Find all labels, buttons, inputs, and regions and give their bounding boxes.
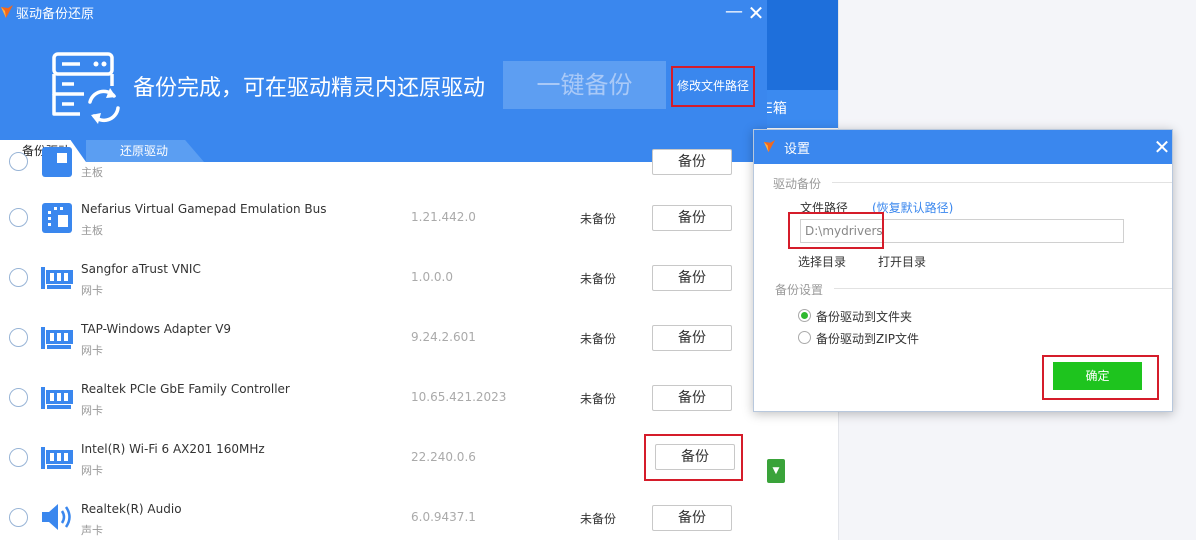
device-category: 网卡 xyxy=(81,344,103,357)
row-select-radio[interactable] xyxy=(9,508,28,527)
backup-button[interactable]: 备份 xyxy=(652,385,732,411)
select-directory-button[interactable]: 选择目录 xyxy=(798,253,846,270)
driver-version: 22.240.0.6 xyxy=(411,450,476,464)
motherboard-icon xyxy=(42,147,72,177)
window-title: 驱动备份还原 xyxy=(16,7,95,22)
backup-status: 未备份 xyxy=(580,212,617,226)
option-label: 备份驱动到文件夹 xyxy=(816,310,913,324)
backup-button[interactable]: 备份 xyxy=(652,505,732,531)
row-select-radio[interactable] xyxy=(9,208,28,227)
divider xyxy=(834,288,1172,289)
backup-button[interactable]: 备份 xyxy=(652,205,732,231)
radio-button-selected[interactable] xyxy=(798,309,811,322)
close-icon: ✕ xyxy=(747,1,765,25)
network-card-icon xyxy=(41,447,73,469)
device-name: Realtek PCIe GbE Family Controller xyxy=(81,382,290,396)
table-row: Intel(R) Wi-Fi 6 AX201 160MHz 网卡 22.240.… xyxy=(0,428,767,488)
speaker-icon xyxy=(42,504,71,530)
settings-dialog: 设置 ✕ 驱动备份 文件路径 (恢复默认路径) 选择目录 打开目录 备份设置 备… xyxy=(753,129,1173,412)
device-category: 主板 xyxy=(81,166,103,179)
restore-default-path-link[interactable]: (恢复默认路径) xyxy=(872,199,953,216)
device-category: 声卡 xyxy=(81,524,103,537)
backup-status: 未备份 xyxy=(580,332,617,346)
ok-button[interactable]: 确定 xyxy=(1053,362,1142,390)
server-backup-icon xyxy=(52,52,120,124)
backup-button[interactable]: 备份 xyxy=(652,325,732,351)
backup-status: 未备份 xyxy=(580,272,617,286)
background-app-header xyxy=(760,0,838,90)
table-row: 主板 备份 xyxy=(0,132,767,192)
table-row: TAP-Windows Adapter V9 网卡 9.24.2.601 未备份… xyxy=(0,308,767,368)
device-category: 主板 xyxy=(81,224,103,237)
row-select-radio[interactable] xyxy=(9,152,28,171)
row-select-radio[interactable] xyxy=(9,328,28,347)
divider xyxy=(832,182,1172,183)
backup-button[interactable]: 备份 xyxy=(652,149,732,175)
section-backup-settings: 备份设置 xyxy=(775,283,824,297)
background-app-tab[interactable]: E箱 xyxy=(760,90,838,128)
open-directory-button[interactable]: 打开目录 xyxy=(878,253,926,270)
highlight-box xyxy=(788,212,884,249)
change-file-path-link[interactable]: 修改文件路径 xyxy=(671,66,755,107)
row-select-radio[interactable] xyxy=(9,388,28,407)
table-row: Nefarius Virtual Gamepad Emulation Bus 主… xyxy=(0,188,767,248)
option-label: 备份驱动到ZIP文件 xyxy=(816,332,919,346)
background-dropdown-button[interactable]: ▼ xyxy=(767,459,785,483)
title-bar: 驱动备份还原 — ✕ xyxy=(0,0,767,26)
close-icon: ✕ xyxy=(1153,135,1171,159)
minimize-icon: — xyxy=(725,1,743,22)
backup-status: 未备份 xyxy=(580,392,617,406)
driver-list: 主板 备份 Nefarius Virtual Gamepad Emulation… xyxy=(0,147,767,540)
backup-complete-message: 备份完成，可在驱动精灵内还原驱动 xyxy=(133,76,486,101)
device-name: Nefarius Virtual Gamepad Emulation Bus xyxy=(81,202,327,216)
device-name: Sangfor aTrust VNIC xyxy=(81,262,201,276)
driver-version: 1.0.0.0 xyxy=(411,270,453,284)
dialog-title: 设置 xyxy=(784,142,811,157)
device-category: 网卡 xyxy=(81,464,103,477)
network-card-icon xyxy=(41,327,73,349)
minimize-button[interactable]: — xyxy=(724,2,744,24)
backup-button[interactable]: 备份 xyxy=(652,265,732,291)
network-card-icon xyxy=(41,387,73,409)
device-name: Intel(R) Wi-Fi 6 AX201 160MHz xyxy=(81,442,265,456)
driver-version: 6.0.9437.1 xyxy=(411,510,476,524)
motherboard-icon xyxy=(42,203,72,233)
device-name: Realtek(R) Audio xyxy=(81,502,182,516)
driver-backup-window: 驱动备份还原 — ✕ 备份完成，可在驱动精灵内还原驱动 一键备份 修改文件路径 … xyxy=(0,0,767,540)
row-select-radio[interactable] xyxy=(9,268,28,287)
dialog-title-bar: 设置 ✕ xyxy=(754,130,1172,164)
table-row: Realtek(R) Audio 声卡 6.0.9437.1 未备份 备份 xyxy=(0,488,767,540)
table-row: Realtek PCIe GbE Family Controller 网卡 10… xyxy=(0,368,767,428)
driver-version: 1.21.442.0 xyxy=(411,210,476,224)
backup-status: 未备份 xyxy=(580,512,617,526)
one-key-backup-button[interactable]: 一键备份 xyxy=(503,61,666,109)
backup-button[interactable]: 备份 xyxy=(655,444,735,470)
device-category: 网卡 xyxy=(81,284,103,297)
dialog-close-button[interactable]: ✕ xyxy=(1152,134,1172,160)
section-driver-backup: 驱动备份 xyxy=(773,177,822,191)
app-logo-icon xyxy=(1,5,13,18)
app-logo-icon xyxy=(763,140,776,153)
row-select-radio[interactable] xyxy=(9,448,28,467)
network-card-icon xyxy=(41,267,73,289)
screen: E箱 ▼ 驱动备份还原 — ✕ 备份完成，可在驱动精灵内还原驱动 一键备份 修改… xyxy=(0,0,1196,540)
device-category: 网卡 xyxy=(81,404,103,417)
device-name: TAP-Windows Adapter V9 xyxy=(81,322,232,336)
driver-version: 10.65.421.2023 xyxy=(411,390,507,404)
close-button[interactable]: ✕ xyxy=(745,2,767,24)
driver-version: 9.24.2.601 xyxy=(411,330,476,344)
table-row: Sangfor aTrust VNIC 网卡 1.0.0.0 未备份 备份 xyxy=(0,248,767,308)
radio-button[interactable] xyxy=(798,331,811,344)
